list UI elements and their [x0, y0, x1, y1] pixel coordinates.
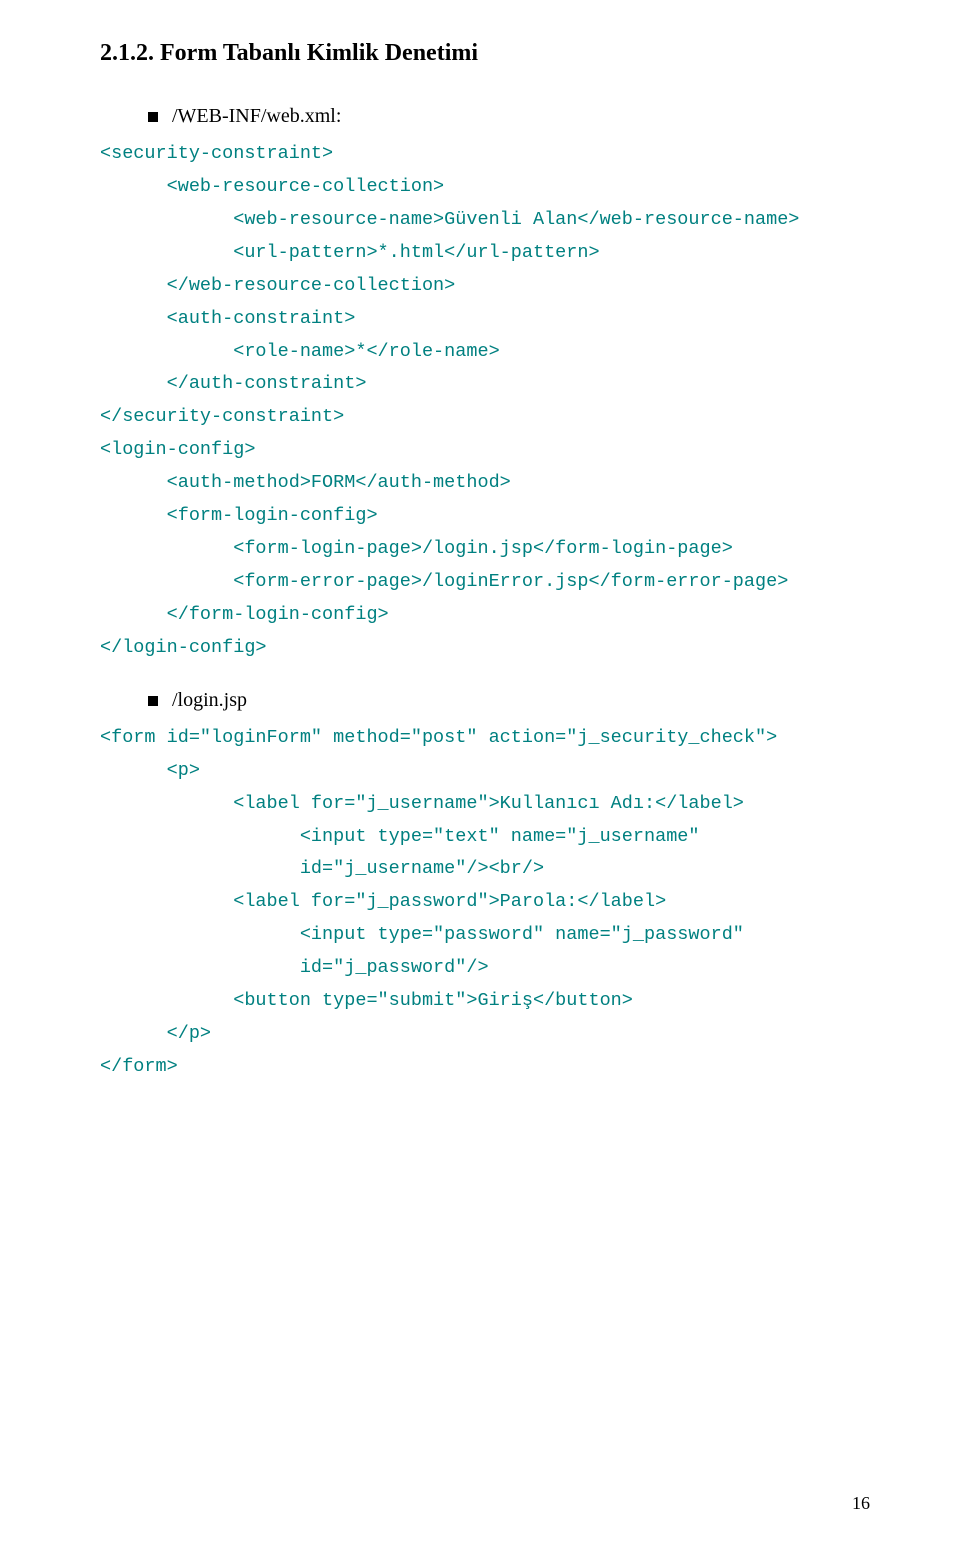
bullet-label: /WEB-INF/web.xml: [172, 105, 341, 128]
page-number: 16 [852, 1493, 870, 1514]
bullet-item: /WEB-INF/web.xml: [148, 105, 870, 128]
code-block-webxml: <security-constraint> <web-resource-coll… [100, 138, 870, 665]
square-bullet-icon [148, 112, 158, 122]
code-block-loginjsp: <form id="loginForm" method="post" actio… [100, 722, 870, 1084]
bullet-item: /login.jsp [148, 689, 870, 712]
square-bullet-icon [148, 696, 158, 706]
bullet-label: /login.jsp [172, 689, 247, 712]
section-heading: 2.1.2. Form Tabanlı Kimlik Denetimi [100, 40, 870, 67]
